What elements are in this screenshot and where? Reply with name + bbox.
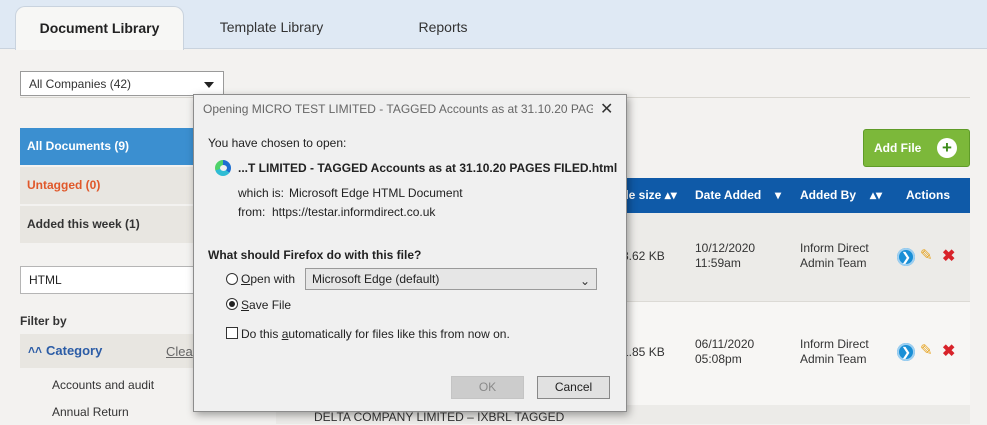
ok-button[interactable]: OK bbox=[451, 376, 524, 399]
chevron-up-icon[interactable]: ˄˄ bbox=[28, 343, 42, 357]
save-file-label[interactable]: Save File bbox=[241, 298, 291, 312]
column-header-date-added[interactable]: Date Added bbox=[695, 178, 761, 213]
column-header-file-size[interactable]: ile size ▴▾ bbox=[622, 178, 677, 213]
auto-action-label[interactable]: Do this automatically for files like thi… bbox=[241, 327, 510, 341]
category-label[interactable]: Category bbox=[46, 343, 102, 358]
search-input[interactable]: HTML bbox=[20, 266, 200, 294]
pencil-icon[interactable]: ✎ bbox=[920, 341, 933, 359]
dialog-title: Opening MICRO TEST LIMITED - TAGGED Acco… bbox=[203, 102, 593, 116]
category-item[interactable]: Annual Return bbox=[52, 405, 129, 419]
sort-icon[interactable]: ▴▾ bbox=[870, 178, 882, 213]
delete-icon[interactable]: ✖ bbox=[942, 246, 955, 266]
sort-desc-icon[interactable]: ▾ bbox=[775, 178, 781, 213]
date-cell: 06/11/2020 bbox=[695, 337, 755, 351]
close-icon[interactable]: ✕ bbox=[600, 99, 613, 119]
sidebar-item-added-this-week[interactable]: Added this week (1) bbox=[20, 206, 193, 243]
category-item[interactable]: Accounts and audit bbox=[52, 378, 154, 392]
open-with-radio[interactable] bbox=[226, 273, 238, 285]
chevron-down-icon bbox=[204, 82, 214, 88]
tab-reports[interactable]: Reports bbox=[395, 6, 491, 48]
chevron-down-icon: ⌄ bbox=[579, 274, 590, 288]
open-with-app-select[interactable]: Microsoft Edge (default) ⌄ bbox=[305, 268, 597, 290]
column-header-added-by[interactable]: Added By bbox=[800, 178, 856, 213]
added-by-cell: Inform Direct bbox=[800, 337, 869, 351]
column-header-actions: Actions bbox=[906, 188, 951, 202]
add-file-button[interactable]: Add File + bbox=[863, 129, 970, 167]
add-file-label: Add File bbox=[874, 141, 922, 155]
open-with-app-value: Microsoft Edge (default) bbox=[312, 272, 440, 286]
company-select[interactable]: All Companies (42) bbox=[20, 71, 224, 96]
filter-by-label: Filter by bbox=[20, 314, 67, 328]
time-cell: 11:59am bbox=[695, 256, 741, 270]
chosen-to-open-text: You have chosen to open: bbox=[208, 136, 347, 150]
company-select-value: All Companies (42) bbox=[29, 77, 132, 91]
document-name-cell[interactable]: DELTA COMPANY LIMITED – IXBRL TAGGED bbox=[314, 410, 564, 425]
sidebar-item-all-documents[interactable]: All Documents (9) bbox=[20, 128, 193, 165]
category-clear-link[interactable]: Clea bbox=[166, 344, 193, 359]
delete-icon[interactable]: ✖ bbox=[942, 341, 955, 361]
save-file-radio[interactable] bbox=[226, 298, 238, 310]
file-type-value: Microsoft Edge HTML Document bbox=[289, 186, 463, 200]
file-size-cell: 1.85 KB bbox=[622, 345, 665, 359]
which-is-label: which is: bbox=[238, 186, 285, 200]
open-with-label[interactable]: Open with bbox=[241, 272, 295, 286]
open-arrow-icon[interactable]: ❯ bbox=[897, 248, 915, 266]
time-cell: 05:08pm bbox=[695, 352, 742, 366]
dialog-question: What should Firefox do with this file? bbox=[208, 248, 422, 262]
date-cell: 10/12/2020 bbox=[695, 241, 756, 255]
plus-icon: + bbox=[937, 138, 957, 158]
from-label: from: bbox=[238, 205, 266, 219]
open-arrow-icon[interactable]: ❯ bbox=[897, 343, 915, 361]
tab-document-library[interactable]: Document Library bbox=[15, 6, 184, 50]
pencil-icon[interactable]: ✎ bbox=[920, 246, 933, 264]
added-by-cell: Inform Direct bbox=[800, 241, 869, 255]
edge-browser-icon bbox=[215, 160, 231, 176]
source-url: https://testar.informdirect.co.uk bbox=[272, 205, 436, 219]
sort-icon[interactable]: ▴▾ bbox=[665, 188, 677, 202]
file-name: ...T LIMITED - TAGGED Accounts as at 31.… bbox=[238, 161, 618, 175]
sidebar-item-untagged[interactable]: Untagged (0) bbox=[20, 167, 193, 204]
file-size-cell: 3.62 KB bbox=[622, 249, 665, 263]
added-by-cell: Admin Team bbox=[800, 352, 867, 366]
cancel-button[interactable]: Cancel bbox=[537, 376, 610, 399]
auto-action-checkbox[interactable] bbox=[226, 327, 238, 339]
tab-template-library[interactable]: Template Library bbox=[199, 6, 344, 48]
added-by-cell: Admin Team bbox=[800, 256, 867, 270]
